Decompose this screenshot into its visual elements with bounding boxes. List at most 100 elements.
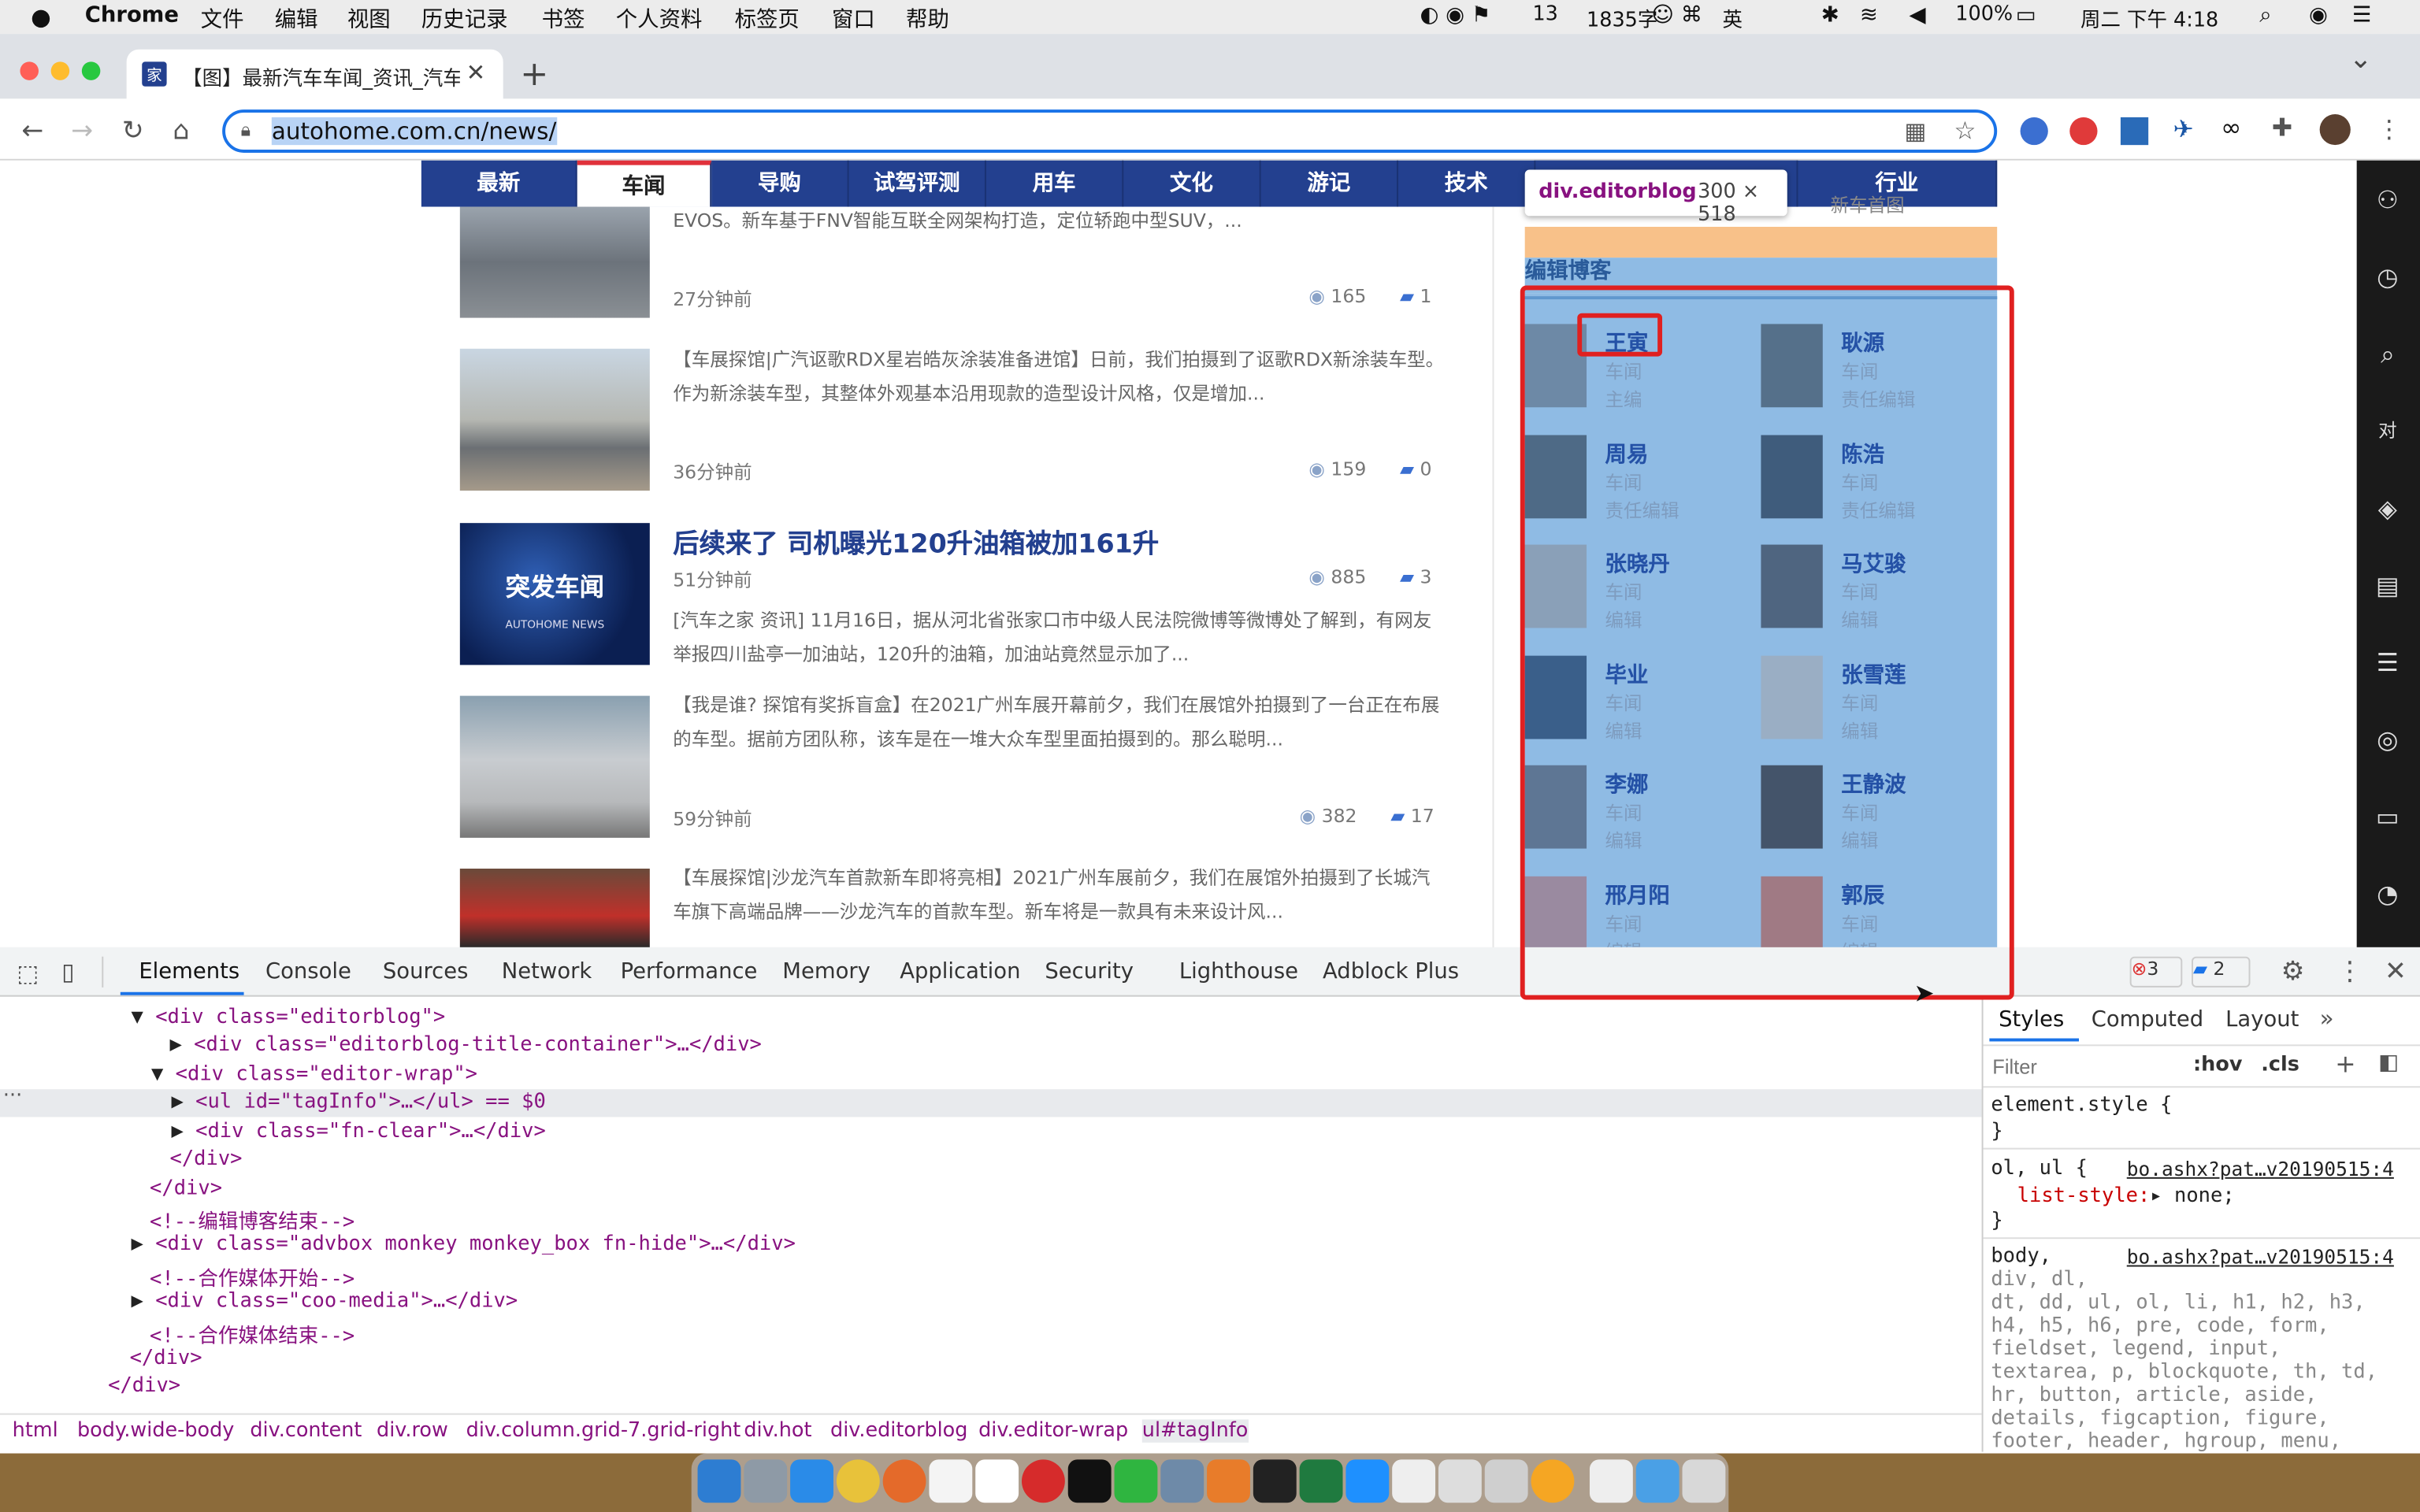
forward-icon[interactable]: → xyxy=(71,116,93,146)
tab-network[interactable]: Network xyxy=(502,960,592,984)
control-center-icon[interactable]: ☰ xyxy=(2352,3,2372,28)
wifi-icon[interactable]: ≋ xyxy=(1860,3,1878,28)
compare-icon[interactable]: 对 xyxy=(2370,417,2404,450)
clock[interactable]: 周二 下午 4:18 xyxy=(2080,3,2218,32)
extension-icon-2[interactable] xyxy=(2120,117,2149,146)
mail-icon[interactable] xyxy=(1345,1459,1390,1503)
node-actions-icon[interactable]: ··· xyxy=(3,1084,22,1107)
dom-line[interactable]: </div> xyxy=(170,1148,243,1171)
bluetooth-icon[interactable]: ✱ xyxy=(1821,3,1839,28)
document-icon[interactable]: ▤ xyxy=(2370,571,2404,605)
document-stack-icon[interactable] xyxy=(1589,1459,1633,1503)
rule-selector[interactable]: element.style { xyxy=(1991,1094,2172,1117)
menu-edit[interactable]: 编辑 xyxy=(275,3,318,34)
hov-toggle[interactable]: :hov xyxy=(2193,1054,2242,1077)
battery-icon[interactable]: ▭ xyxy=(2016,3,2036,28)
nav-test-drive[interactable]: 试驾评测 xyxy=(849,160,986,207)
tab-memory[interactable]: Memory xyxy=(782,960,870,984)
nav-guide[interactable]: 导购 xyxy=(711,160,849,207)
terminal-icon[interactable] xyxy=(1253,1459,1297,1503)
dom-line[interactable]: </div> xyxy=(108,1375,180,1398)
tab-lighthouse[interactable]: Lighthouse xyxy=(1179,960,1298,984)
collapse-arrow-icon[interactable]: ▼ xyxy=(151,1063,163,1086)
adblock-extension-icon[interactable] xyxy=(2069,117,2098,146)
speed-icon[interactable]: ◔ xyxy=(2370,880,2404,914)
firefox-icon[interactable] xyxy=(882,1459,926,1503)
tab-console[interactable]: Console xyxy=(265,960,351,984)
dom-comment[interactable]: <!--编辑博客结束--> xyxy=(150,1205,354,1234)
home-icon[interactable]: ⌂ xyxy=(173,116,189,146)
menu-view[interactable]: 视图 xyxy=(347,3,391,34)
list-icon[interactable]: ☰ xyxy=(2370,648,2404,682)
link-extension-icon[interactable]: ∞ xyxy=(2221,113,2241,142)
article-thumbnail[interactable] xyxy=(459,695,650,838)
tab-computed[interactable]: Computed xyxy=(2092,1007,2204,1032)
extension-icon-3[interactable]: ✈ xyxy=(2173,114,2194,143)
devtools-menu-icon[interactable]: ⋮ xyxy=(2336,957,2362,988)
top-link[interactable]: 新车首图 xyxy=(1831,191,1905,217)
bookmark-star-icon[interactable]: ☆ xyxy=(1954,116,1976,145)
article-thumbnail[interactable] xyxy=(459,348,650,491)
dom-comment[interactable]: <!--合作媒体开始--> xyxy=(150,1262,354,1291)
safari-icon[interactable] xyxy=(790,1459,833,1503)
keynote-icon[interactable] xyxy=(1160,1459,1204,1503)
wallet-icon[interactable]: ▭ xyxy=(2370,802,2404,836)
tray-icons-2[interactable]: ☺ ⌘ xyxy=(1651,3,1702,28)
tab-styles[interactable]: Styles xyxy=(1999,1007,2064,1032)
breadcrumb-hot[interactable]: div.hot xyxy=(744,1419,811,1442)
dom-line-selected[interactable]: ▶ <ul id="tagInfo">…</ul> == $0 xyxy=(171,1091,545,1114)
url-text[interactable]: autohome.com.cn/news/ xyxy=(271,117,557,146)
excel-icon[interactable] xyxy=(1299,1459,1343,1503)
toggle-sidebar-icon[interactable]: ◧ xyxy=(2378,1051,2399,1075)
menu-window[interactable]: 窗口 xyxy=(832,3,875,34)
breadcrumb-content[interactable]: div.content xyxy=(250,1419,362,1442)
article-title[interactable]: 后续来了 司机曝光120升油箱被加161升 xyxy=(673,521,1159,560)
history-icon[interactable]: ◷ xyxy=(2370,262,2404,296)
browser-tab[interactable]: 家 【图】最新汽车车闻_资讯_汽车之 ✕ xyxy=(126,49,503,102)
article-thumbnail[interactable]: 突发车闻 AUTOHOME NEWS xyxy=(459,523,650,665)
dom-line[interactable]: ▶ <div class="editorblog-title-container… xyxy=(170,1034,762,1057)
more-tabs-icon[interactable]: » xyxy=(2320,1004,2334,1032)
preview-icon[interactable] xyxy=(1484,1459,1528,1503)
rule-source-link[interactable]: bo.ashx?pat…v20190515:4 xyxy=(2127,1157,2394,1180)
reload-icon[interactable]: ↻ xyxy=(122,116,144,146)
input-method-indicator[interactable]: 英 xyxy=(1722,3,1743,32)
notes-icon[interactable] xyxy=(1392,1459,1436,1503)
finder-icon[interactable] xyxy=(697,1459,741,1503)
tab-adblock-plus[interactable]: Adblock Plus xyxy=(1323,960,1459,984)
breadcrumb-column[interactable]: div.column.grid-7.grid-right xyxy=(466,1419,741,1442)
apple-icon[interactable]: ● xyxy=(31,3,51,31)
expand-arrow-icon[interactable]: ▸ xyxy=(2150,1185,2162,1208)
calendar-icon[interactable] xyxy=(975,1459,1019,1503)
article-comments[interactable]: ▰ 0 xyxy=(1400,458,1432,480)
dom-line[interactable]: ▶ <div class="fn-clear">…</div> xyxy=(171,1120,545,1143)
lock-icon[interactable]: 🔒︎ xyxy=(241,119,251,142)
siri-icon[interactable]: ◉ xyxy=(2309,3,2328,28)
nav-news[interactable]: 车闻 xyxy=(577,160,712,207)
dom-line[interactable]: </div> xyxy=(150,1177,222,1200)
inspect-element-icon[interactable]: ⬚ xyxy=(17,960,39,988)
breadcrumb-taginfo[interactable]: ul#tagInfo xyxy=(1141,1419,1249,1443)
menu-file[interactable]: 文件 xyxy=(201,3,244,34)
wechat-icon[interactable] xyxy=(1114,1459,1158,1503)
menu-help[interactable]: 帮助 xyxy=(906,3,949,34)
user-icon[interactable]: ⚇ xyxy=(2370,185,2404,219)
script-icon[interactable] xyxy=(1438,1459,1482,1503)
expand-arrow-icon[interactable]: ▶ xyxy=(171,1120,183,1143)
app-icon[interactable] xyxy=(1531,1459,1575,1503)
menu-history[interactable]: 历史记录 xyxy=(421,3,508,34)
article-comments[interactable]: ▰ 1 xyxy=(1400,285,1432,306)
expand-arrow-icon[interactable]: ▶ xyxy=(171,1091,183,1114)
folder-icon[interactable] xyxy=(1635,1459,1680,1503)
close-devtools-icon[interactable]: ✕ xyxy=(2385,957,2407,988)
article-comments[interactable]: ▰ 3 xyxy=(1400,566,1432,587)
sublime-icon[interactable] xyxy=(1207,1459,1250,1503)
typora-icon[interactable] xyxy=(929,1459,973,1503)
nav-car-use[interactable]: 用车 xyxy=(986,160,1124,207)
error-count-badge[interactable]: ⊗3 xyxy=(2129,956,2183,988)
article-comments[interactable]: ▰ 17 xyxy=(1390,806,1435,827)
tab-search-icon[interactable]: ⌄ xyxy=(2349,43,2373,76)
dom-line[interactable]: ▶ <div class="advbox monkey monkey_box f… xyxy=(132,1232,796,1255)
expand-arrow-icon[interactable]: ▶ xyxy=(170,1034,182,1057)
menu-bookmarks[interactable]: 书签 xyxy=(542,3,585,34)
